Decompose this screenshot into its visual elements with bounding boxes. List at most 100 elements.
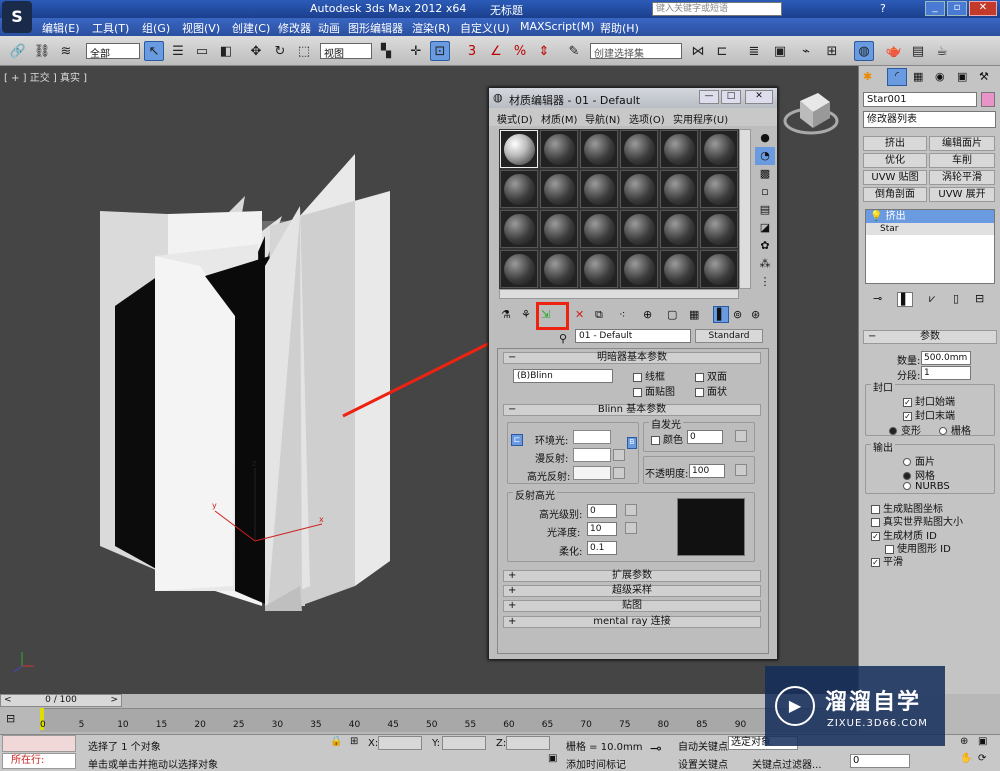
display-tab-icon[interactable]: ▣	[957, 70, 967, 83]
med-minimize-button[interactable]: —	[699, 90, 719, 104]
real-world-map-checkbox[interactable]: 真实世界贴图大小	[871, 513, 963, 528]
sample-slot[interactable]	[540, 130, 578, 168]
face-map-checkbox[interactable]: 面贴图	[633, 383, 675, 398]
spec-level-spinner[interactable]: 0	[587, 504, 617, 518]
zoom-icon[interactable]: ⊕	[960, 736, 968, 747]
modifier-btn-uvw-map[interactable]: UVW 贴图	[863, 170, 927, 185]
auto-key-button[interactable]: 自动关键点	[678, 738, 728, 753]
sample-slot[interactable]	[620, 210, 658, 248]
snap-toggle-icon[interactable]: 3	[462, 41, 482, 61]
med-menu-options[interactable]: 选项(O)	[629, 111, 665, 126]
shader-rollout-header[interactable]: − 明暗器基本参数	[503, 352, 761, 364]
blinn-rollout-header[interactable]: − Blinn 基本参数	[503, 404, 761, 416]
z-coordinate-field[interactable]	[506, 736, 550, 750]
params-rollout-header[interactable]: − 参数	[863, 330, 997, 344]
mirror-icon[interactable]: ⋈	[688, 41, 708, 61]
set-key-button[interactable]: 设置关键点	[678, 756, 728, 771]
sample-slot[interactable]	[540, 250, 578, 288]
patch-radio[interactable]: 面片	[903, 453, 935, 468]
show-end-icon[interactable]: ▌	[713, 306, 730, 323]
grid-radio[interactable]: 栅格	[939, 422, 971, 437]
opacity-map-button[interactable]	[735, 464, 747, 476]
show-end-result-icon[interactable]: ▌	[897, 292, 914, 307]
self-illum-map-button[interactable]	[735, 430, 747, 442]
make-unique-icon[interactable]: ⩗	[929, 292, 935, 306]
restore-button[interactable]: ▫	[947, 1, 967, 16]
med-close-button[interactable]: ✕	[745, 90, 773, 104]
sample-slot[interactable]	[500, 130, 538, 168]
spinner-snap-icon[interactable]: ⇕	[534, 41, 554, 61]
menu-maxscript[interactable]: MAXScript(M)	[520, 20, 595, 33]
scale-icon[interactable]: ⬚	[294, 41, 314, 61]
sample-slot[interactable]	[700, 170, 738, 208]
close-button[interactable]: ✕	[969, 1, 997, 16]
glossiness-spinner[interactable]: 10	[587, 522, 617, 536]
modifier-btn-turbosmooth[interactable]: 涡轮平滑	[929, 170, 995, 185]
viewport-label[interactable]: [ + ] 正交 ] 真实 ]	[4, 69, 87, 84]
align-icon[interactable]: ⊏	[712, 41, 732, 61]
wire-checkbox[interactable]: 线框	[633, 368, 665, 383]
put-to-library-icon[interactable]: ⊕	[643, 308, 652, 321]
x-coordinate-field[interactable]	[378, 736, 422, 750]
amount-spinner[interactable]: 500.0mm	[921, 351, 971, 365]
key-mode-icon[interactable]: ⊸	[650, 741, 662, 757]
rendered-frame-icon[interactable]: ▤	[908, 41, 928, 61]
modifier-btn-optimize[interactable]: 优化	[863, 153, 927, 168]
get-material-icon[interactable]: ⚗	[501, 308, 511, 321]
object-name-field[interactable]: Star001	[863, 92, 977, 107]
slider-prev-icon[interactable]: <	[4, 695, 12, 706]
key-filters-button[interactable]: 关键点过滤器...	[752, 756, 822, 771]
create-tab-icon[interactable]: ✱	[863, 70, 872, 83]
rect-selection-icon[interactable]: ▭	[192, 41, 212, 61]
y-coordinate-field[interactable]	[442, 736, 486, 750]
layer-manager-icon[interactable]: ≣	[744, 41, 764, 61]
extended-params-rollout[interactable]: + 扩展参数	[503, 570, 761, 582]
sample-slot[interactable]	[500, 250, 538, 288]
slider-next-icon[interactable]: >	[110, 695, 118, 706]
schematic-view-icon[interactable]: ⊞	[822, 41, 842, 61]
video-color-check-icon[interactable]: ▤	[755, 201, 775, 219]
minimize-button[interactable]: _	[925, 1, 945, 16]
modify-tab-icon[interactable]: ◜	[887, 68, 907, 86]
slots-vscroll[interactable]	[739, 129, 751, 289]
make-preview-icon[interactable]: ◪	[755, 219, 775, 237]
menu-modifiers[interactable]: 修改器	[278, 20, 311, 36]
make-unique-mat-icon[interactable]: ⁖	[619, 308, 625, 321]
object-color-swatch[interactable]	[981, 92, 995, 107]
absolute-mode-icon[interactable]: ⊞	[350, 736, 358, 747]
selection-filter-dropdown[interactable]: 全部	[86, 43, 140, 59]
orbit-icon[interactable]: ⟳	[978, 753, 986, 764]
sample-type-icon[interactable]: ●	[755, 129, 775, 147]
sample-slot[interactable]	[620, 130, 658, 168]
menu-customize[interactable]: 自定义(U)	[460, 20, 510, 36]
material-name-dropdown[interactable]: 01 - Default	[575, 329, 691, 343]
sample-slot[interactable]	[660, 210, 698, 248]
cap-start-checkbox[interactable]: ✓ 封口始端	[903, 393, 955, 408]
go-to-parent-icon[interactable]: ⊚	[733, 308, 742, 321]
bind-spacewarp-icon[interactable]: ≋	[56, 41, 76, 61]
backlight-icon[interactable]: ◔	[755, 147, 775, 165]
modifier-btn-uvw-unwrap[interactable]: UVW 展开	[929, 187, 995, 202]
menu-help[interactable]: 帮助(H)	[600, 20, 639, 36]
sample-slot[interactable]	[700, 250, 738, 288]
material-id-icon[interactable]: ▢	[667, 308, 677, 321]
zoom-extents-icon[interactable]: ▣	[978, 736, 987, 747]
uv-tiling-icon[interactable]: ▫	[755, 183, 775, 201]
modifier-btn-bevel-profile[interactable]: 倒角剖面	[863, 187, 927, 202]
self-illum-color-checkbox[interactable]: 颜色	[651, 431, 683, 446]
unlink-icon[interactable]: ⛓	[32, 41, 52, 61]
select-by-material-icon[interactable]: ⁂	[755, 255, 775, 273]
go-forward-sibling-icon[interactable]: ⊛	[751, 308, 760, 321]
add-time-tag[interactable]: 添加时间标记	[566, 756, 626, 771]
pick-material-icon[interactable]: ⚲	[559, 332, 567, 345]
segments-spinner[interactable]: 1	[921, 366, 971, 380]
make-copy-icon[interactable]: ⧉	[595, 308, 603, 322]
modifier-btn-extrude[interactable]: 挤出	[863, 136, 927, 151]
med-menu-mode[interactable]: 模式(D)	[497, 111, 533, 126]
glossiness-map-button[interactable]	[625, 522, 637, 534]
sample-slot[interactable]	[500, 170, 538, 208]
window-crossing-icon[interactable]: ◧	[216, 41, 236, 61]
modifier-btn-edit-patch[interactable]: 编辑面片	[929, 136, 995, 151]
stack-item-star[interactable]: Star	[866, 223, 994, 235]
mini-curve-editor-icon[interactable]: ⊟	[6, 712, 15, 725]
